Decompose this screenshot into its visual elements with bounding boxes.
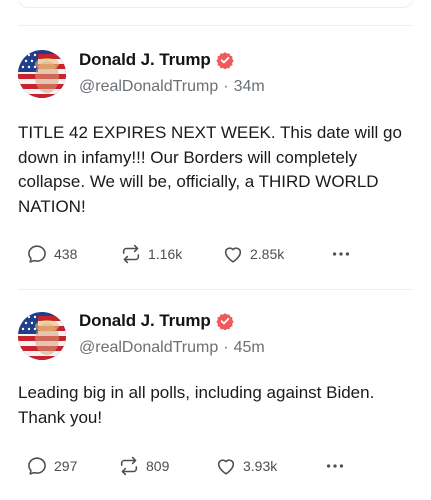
avatar[interactable] — [18, 312, 66, 360]
repost-arrows-icon — [122, 244, 140, 264]
author-handle[interactable]: @realDonaldTrump — [79, 78, 218, 96]
like-count: 2.85k — [250, 246, 285, 262]
speech-bubble-icon — [28, 245, 46, 263]
more-button[interactable] — [324, 454, 352, 478]
heart-icon — [217, 459, 235, 475]
reply-count: 438 — [54, 246, 78, 262]
like-button[interactable]: 3.93k — [215, 454, 277, 478]
separator-dot: · — [223, 78, 229, 95]
more-dots-icon — [326, 464, 344, 468]
repost-button[interactable]: 809 — [118, 454, 169, 478]
like-button[interactable]: 2.85k — [222, 242, 284, 266]
post[interactable]: Donald J. Trump @realDonaldTrump · 34m T… — [0, 26, 431, 290]
post-text: TITLE 42 EXPIRES NEXT WEEK. This date wi… — [18, 123, 402, 216]
like-count: 3.93k — [243, 458, 278, 474]
reply-button[interactable]: 297 — [26, 454, 77, 478]
repost-count: 1.16k — [148, 246, 183, 262]
separator-dot: · — [223, 339, 229, 356]
repost-button[interactable]: 1.16k — [120, 242, 182, 266]
post-text: Leading big in all polls, including agai… — [18, 383, 375, 427]
heart-icon — [224, 247, 242, 263]
avatar[interactable] — [18, 50, 66, 98]
author-name[interactable]: Donald J. Trump — [79, 50, 211, 70]
reply-button[interactable]: 438 — [26, 242, 77, 266]
repost-arrows-icon — [120, 456, 138, 476]
post[interactable]: Donald J. Trump @realDonaldTrump · 45m L… — [0, 290, 431, 500]
speech-bubble-icon — [28, 457, 46, 475]
verified-badge-icon — [215, 51, 234, 70]
repost-count: 809 — [146, 458, 170, 474]
author-name[interactable]: Donald J. Trump — [79, 311, 211, 331]
author-handle[interactable]: @realDonaldTrump — [79, 339, 218, 357]
verified-badge-icon — [215, 312, 234, 331]
more-button[interactable] — [330, 242, 358, 266]
previous-card-border — [18, 0, 413, 8]
more-dots-icon — [332, 252, 350, 256]
avatar-image — [18, 312, 66, 360]
avatar-image — [18, 50, 66, 98]
previous-post-edge — [0, 0, 431, 26]
post-time[interactable]: 34m — [234, 78, 265, 96]
action-bar: 438 1.16k 2.85k — [18, 242, 413, 266]
action-bar: 297 809 3.93k — [18, 454, 413, 478]
reply-count: 297 — [54, 458, 78, 474]
post-time[interactable]: 45m — [234, 339, 265, 357]
